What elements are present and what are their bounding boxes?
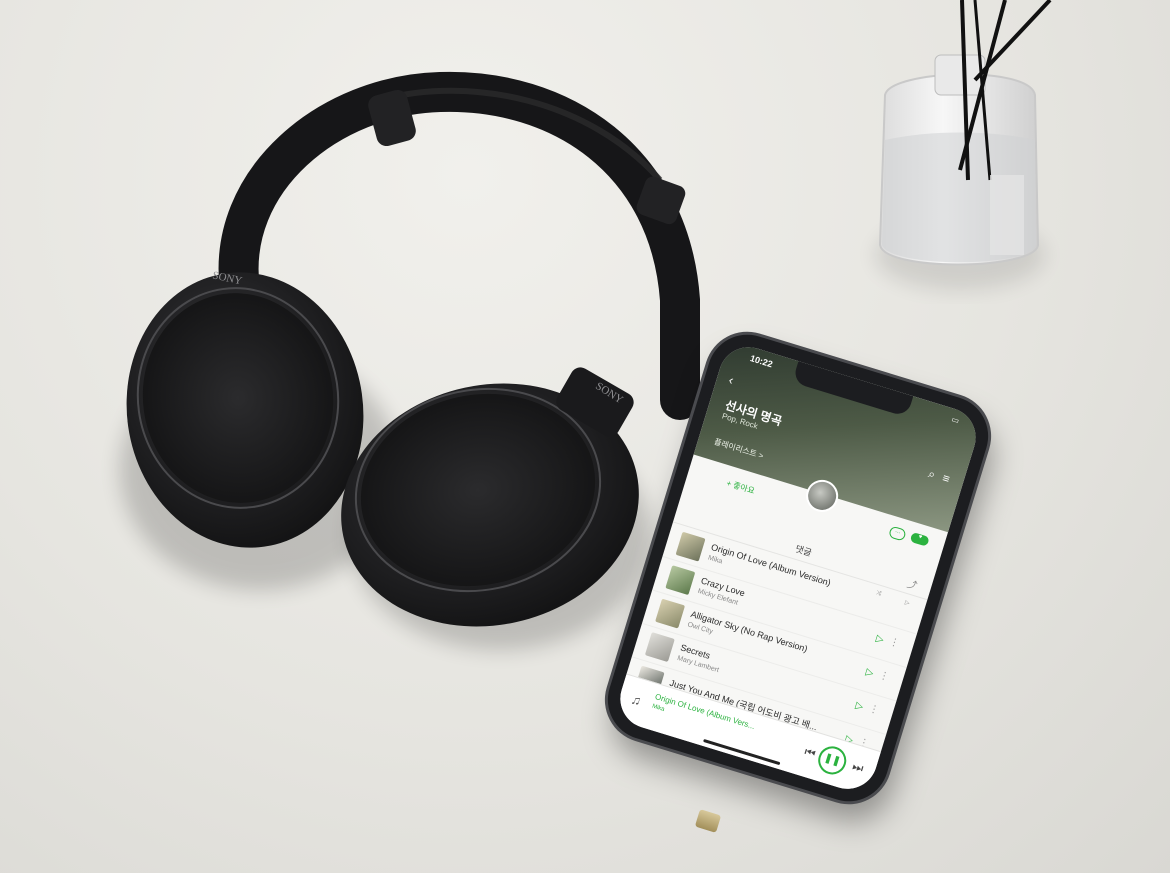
- home-indicator: [703, 738, 781, 766]
- follow-button[interactable]: + 좋아요: [725, 478, 756, 497]
- comments-label[interactable]: 댓글: [794, 542, 814, 559]
- shuffle-icon[interactable]: ⤨: [875, 590, 881, 598]
- album-art: [644, 632, 675, 663]
- next-icon[interactable]: ⏭: [850, 759, 865, 777]
- back-icon[interactable]: ‹: [727, 372, 736, 388]
- now-playing-artist: Mika: [651, 703, 666, 713]
- scene-art: SONY SONY: [120, 0, 1052, 650]
- album-art: [655, 598, 686, 629]
- battery-icon: ▭: [950, 414, 961, 426]
- reed-3: [973, 0, 1052, 82]
- play-all-icon[interactable]: ▷: [904, 599, 910, 607]
- play-icon[interactable]: ▷: [875, 633, 886, 646]
- music-note-icon[interactable]: ♫: [629, 691, 643, 708]
- like-icon[interactable]: ♥: [909, 531, 930, 547]
- play-icon[interactable]: ▷: [854, 700, 865, 713]
- album-art: [665, 565, 696, 596]
- more-icon[interactable]: ⋮: [867, 703, 880, 716]
- album-art: [675, 531, 706, 562]
- more-icon[interactable]: ⋮: [888, 636, 901, 649]
- header-tools: ⌕ ≡: [926, 466, 952, 487]
- pause-button[interactable]: ❚❚: [814, 742, 850, 778]
- play-icon[interactable]: ▷: [864, 667, 875, 680]
- diffuser-label: [990, 175, 1024, 255]
- status-time: 10:22: [748, 353, 774, 370]
- menu-icon[interactable]: ≡: [940, 471, 952, 487]
- search-icon[interactable]: ⌕: [926, 466, 938, 482]
- track-artist: Mika: [707, 554, 724, 566]
- photo-scene: SONY SONY 10:22 ▭ ‹ 선사의 명곡 Pop, Rock ⌕ ≡…: [0, 0, 1170, 873]
- comment-icon[interactable]: …: [888, 525, 907, 542]
- share-icon[interactable]: ⤴: [905, 575, 919, 592]
- more-icon[interactable]: ⋮: [878, 670, 891, 683]
- previous-icon[interactable]: ⏮: [803, 744, 817, 762]
